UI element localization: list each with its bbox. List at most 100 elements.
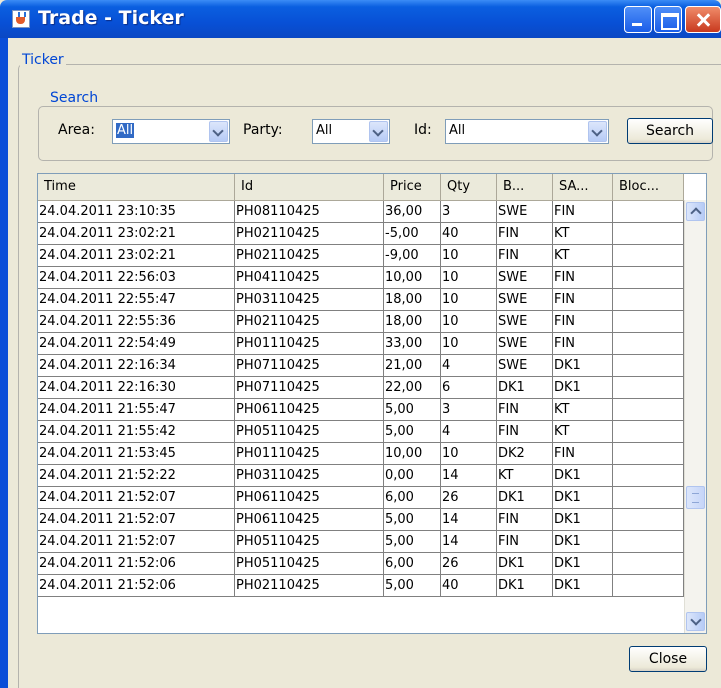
party-combo[interactable]: All	[312, 119, 390, 144]
table-cell: KT	[553, 399, 613, 421]
table-cell: PH06110425	[235, 509, 384, 531]
table-cell: KT	[553, 421, 613, 443]
table-cell: 10	[441, 245, 497, 267]
table-cell: DK1	[553, 575, 613, 597]
table-cell: DK1	[497, 553, 553, 575]
table-cell: DK1	[497, 575, 553, 597]
table-cell: SWE	[497, 311, 553, 333]
minimize-button[interactable]	[624, 6, 652, 33]
table-cell: 24.04.2011 22:55:36	[38, 311, 235, 333]
table-row[interactable]: 24.04.2011 22:55:47 PH03110425 18,00 10 SWE F…	[38, 289, 684, 311]
table-cell: 22,00	[384, 377, 441, 399]
table-cell: 5,00	[384, 575, 441, 597]
chevron-down-icon[interactable]	[588, 121, 607, 142]
table-cell: 40	[441, 223, 497, 245]
table-row[interactable]: 24.04.2011 21:52:22 PH03110425 0,00 14 KT DK1	[38, 465, 684, 487]
table-cell: DK2	[497, 443, 553, 465]
column-header[interactable]: Id	[235, 174, 384, 200]
table-row[interactable]: 24.04.2011 23:10:35 PH08110425 36,00 3 SWE FI…	[38, 201, 684, 223]
column-header[interactable]: Qty	[441, 174, 497, 200]
table-row[interactable]: 24.04.2011 21:52:07 PH05110425 5,00 14 FIN DK…	[38, 531, 684, 553]
table-cell: 0,00	[384, 465, 441, 487]
table-cell: FIN	[553, 333, 613, 355]
table-cell: PH04110425	[235, 267, 384, 289]
maximize-button[interactable]	[654, 6, 682, 33]
table-cell: 24.04.2011 21:52:06	[38, 553, 235, 575]
table-cell: 24.04.2011 22:55:47	[38, 289, 235, 311]
table-row[interactable]: 24.04.2011 22:16:30 PH07110425 22,00 6 DK1 DK…	[38, 377, 684, 399]
table-row[interactable]: 24.04.2011 22:16:34 PH07110425 21,00 4 SWE DK…	[38, 355, 684, 377]
table-cell: 24.04.2011 23:10:35	[38, 201, 235, 223]
table-cell: PH08110425	[235, 201, 384, 223]
table-row[interactable]: 24.04.2011 23:02:21 PH02110425 -5,00 40 FIN K…	[38, 223, 684, 245]
column-header[interactable]: SA...	[553, 174, 613, 200]
table-cell: FIN	[497, 223, 553, 245]
id-combo[interactable]: All	[445, 119, 609, 144]
column-header[interactable]: Bloc...	[613, 174, 684, 200]
chevron-down-icon[interactable]	[369, 121, 388, 142]
table-cell: 24.04.2011 21:52:07	[38, 487, 235, 509]
vertical-scrollbar[interactable]	[684, 200, 706, 633]
table-row[interactable]: 24.04.2011 21:52:07 PH06110425 6,00 26 DK1 DK…	[38, 487, 684, 509]
table-cell	[613, 487, 684, 509]
window-title: Trade - Ticker	[38, 7, 184, 29]
table-cell: PH06110425	[235, 399, 384, 421]
table-cell: 24.04.2011 21:52:22	[38, 465, 235, 487]
table-cell: 4	[441, 355, 497, 377]
table-cell: DK1	[553, 553, 613, 575]
table-cell: PH05110425	[235, 553, 384, 575]
table-cell: 26	[441, 553, 497, 575]
table-row[interactable]: 24.04.2011 23:02:21 PH02110425 -9,00 10 FIN K…	[38, 245, 684, 267]
scroll-up-icon[interactable]	[686, 202, 705, 221]
table-cell	[613, 553, 684, 575]
table-cell: 10	[441, 289, 497, 311]
table-row[interactable]: 24.04.2011 22:54:49 PH01110425 33,00 10 SWE F…	[38, 333, 684, 355]
table-row[interactable]: 24.04.2011 21:53:45 PH01110425 10,00 10 DK2 F…	[38, 443, 684, 465]
table-cell: 14	[441, 509, 497, 531]
table-cell: 40	[441, 575, 497, 597]
window-close-button[interactable]	[685, 6, 721, 33]
table-cell: DK1	[553, 487, 613, 509]
table-row[interactable]: 24.04.2011 22:56:03 PH04110425 10,00 10 SWE F…	[38, 267, 684, 289]
table-cell: -5,00	[384, 223, 441, 245]
table-row[interactable]: 24.04.2011 21:55:47 PH06110425 5,00 3 FIN KT	[38, 399, 684, 421]
table-row[interactable]: 24.04.2011 21:52:07 PH06110425 5,00 14 FIN DK…	[38, 509, 684, 531]
table-cell: 14	[441, 531, 497, 553]
table-cell: PH03110425	[235, 289, 384, 311]
column-header[interactable]: Price	[384, 174, 441, 200]
table-row[interactable]: 24.04.2011 21:52:06 PH02110425 5,00 40 DK1 DK…	[38, 575, 684, 597]
table-cell: 24.04.2011 22:16:30	[38, 377, 235, 399]
table-cell: KT	[553, 245, 613, 267]
table-cell: 5,00	[384, 421, 441, 443]
area-combo[interactable]: All	[112, 119, 230, 144]
table-cell: FIN	[497, 245, 553, 267]
table-cell: DK1	[497, 377, 553, 399]
id-label: Id:	[414, 122, 432, 138]
table-cell	[613, 377, 684, 399]
table-row[interactable]: 24.04.2011 22:55:36 PH02110425 18,00 10 SWE F…	[38, 311, 684, 333]
close-button[interactable]: Close	[629, 646, 707, 672]
table-cell	[613, 289, 684, 311]
table-cell	[613, 531, 684, 553]
table-cell	[613, 421, 684, 443]
scroll-down-icon[interactable]	[686, 612, 705, 631]
id-combo-value: All	[449, 123, 466, 138]
table-row[interactable]: 24.04.2011 21:55:42 PH05110425 5,00 4 FIN KT	[38, 421, 684, 443]
column-header[interactable]: Time	[38, 174, 235, 200]
trades-table: Time Id Price Qty B... SA... Bloc... 24.04.201…	[37, 173, 707, 634]
table-cell: DK1	[553, 465, 613, 487]
table-header: Time Id Price Qty B... SA... Bloc...	[38, 174, 684, 201]
title-bar[interactable]: Trade - Ticker	[0, 0, 721, 38]
table-cell: 24.04.2011 21:55:42	[38, 421, 235, 443]
table-cell: FIN	[497, 531, 553, 553]
column-header[interactable]: B...	[497, 174, 553, 200]
chevron-down-icon[interactable]	[209, 121, 228, 142]
table-row[interactable]: 24.04.2011 21:52:06 PH05110425 6,00 26 DK1 DK…	[38, 553, 684, 575]
table-cell: 10	[441, 333, 497, 355]
table-cell: SWE	[497, 355, 553, 377]
search-button[interactable]: Search	[627, 118, 713, 144]
scrollbar-thumb[interactable]	[686, 486, 705, 509]
table-cell: 6	[441, 377, 497, 399]
table-cell: 3	[441, 201, 497, 223]
table-cell: FIN	[553, 289, 613, 311]
